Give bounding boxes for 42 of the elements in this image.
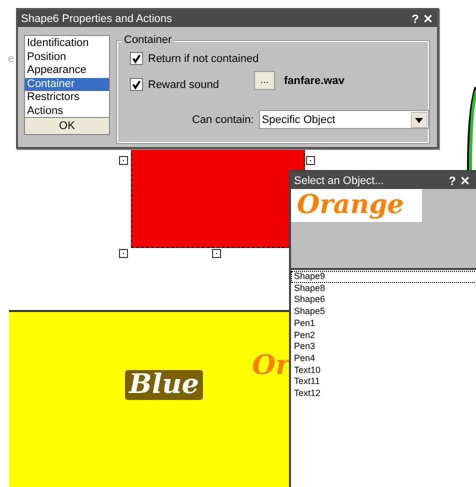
field-label: Can contain:: [192, 114, 254, 126]
can-contain-dropdown[interactable]: Specific Object: [258, 110, 429, 129]
section-item[interactable]: Position: [25, 50, 109, 64]
object-item[interactable]: Pen4: [291, 352, 476, 365]
object-item[interactable]: Shape9: [291, 271, 476, 283]
canvas-text: Blue: [125, 370, 203, 400]
resize-handle[interactable]: [119, 249, 128, 258]
group-title: Container: [122, 34, 174, 46]
checkbox[interactable]: [130, 52, 143, 65]
resize-handle[interactable]: [212, 249, 221, 258]
object-item[interactable]: Shape5: [291, 306, 476, 318]
window-title: Shape6 Properties and Actions: [21, 12, 172, 24]
section-item[interactable]: Container: [25, 78, 109, 92]
checkbox-label: Return if not contained: [148, 52, 259, 64]
help-button[interactable]: ?: [410, 12, 420, 26]
ok-button[interactable]: OK: [24, 117, 110, 135]
section-item[interactable]: Actions: [25, 104, 109, 119]
checkbox-label: Reward sound: [148, 78, 219, 90]
sound-file: fanfare.wav: [284, 74, 344, 86]
section-item[interactable]: Identification: [25, 37, 109, 51]
close-button[interactable]: ✕: [422, 12, 434, 26]
preview-text: Orange: [291, 189, 422, 222]
window-title: Select an Object...: [294, 174, 384, 186]
object-item[interactable]: Pen1: [291, 318, 476, 330]
object-item[interactable]: Text10: [291, 364, 476, 376]
section-item[interactable]: Restrictors: [25, 91, 109, 105]
resize-handle[interactable]: [119, 156, 128, 165]
object-item[interactable]: Text12: [291, 388, 476, 400]
section-item[interactable]: Appearance: [25, 64, 109, 78]
canvas-text: e: [8, 53, 14, 65]
object-item[interactable]: Pen2: [291, 330, 476, 342]
object-item[interactable]: Text11: [291, 376, 476, 388]
dropdown-arrow-icon: [410, 112, 427, 128]
object-item[interactable]: Pen3: [291, 341, 476, 353]
help-button[interactable]: ?: [448, 174, 457, 188]
canvas-text: Or: [252, 350, 290, 381]
object-item[interactable]: Shape8: [291, 282, 476, 294]
object-item[interactable]: Shape6: [291, 294, 476, 306]
browse-button[interactable]: ...: [254, 71, 275, 90]
checkbox[interactable]: [130, 78, 143, 91]
close-button[interactable]: ✕: [459, 174, 471, 188]
resize-handle[interactable]: [306, 156, 315, 165]
